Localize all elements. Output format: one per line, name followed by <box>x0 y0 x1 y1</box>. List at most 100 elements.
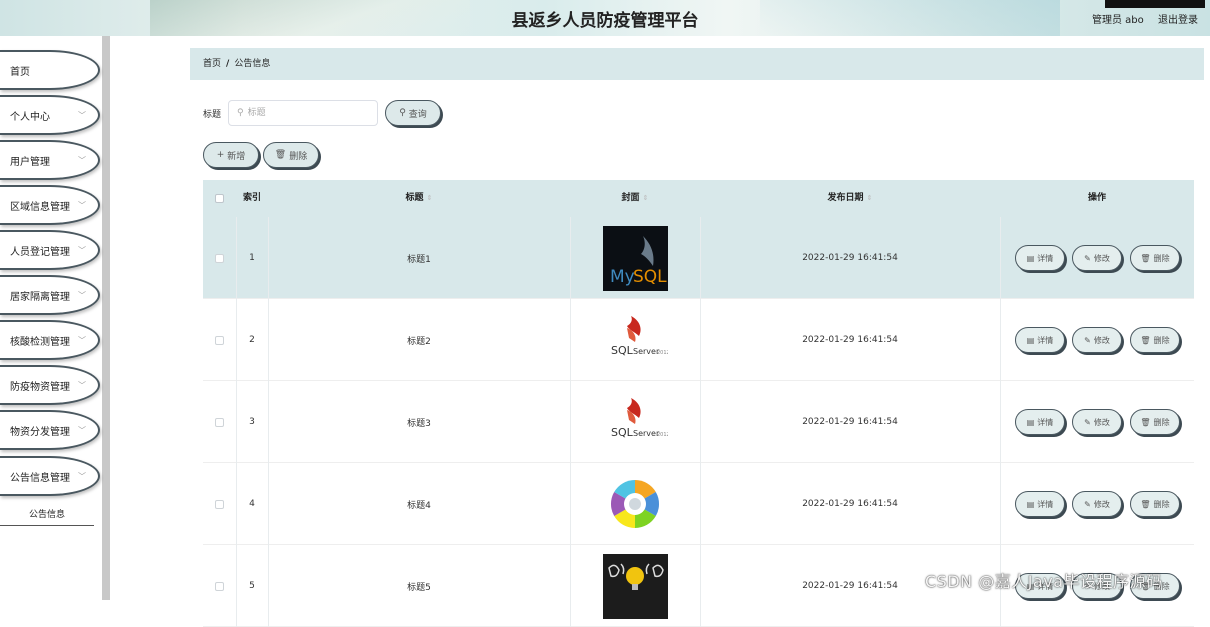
wheel-diagram-image <box>602 471 668 537</box>
column-header-label: 操作 <box>1087 193 1106 203</box>
notice-table: 索引 标题 ⇕ 封面 ⇕ 发布日期 ⇕ 操作 1 标题1 My SQL 2022-01… <box>203 180 1194 627</box>
batch-delete-label: 删除 <box>289 151 308 162</box>
sidebar-item-users[interactable]: 用户管理 ﹀ <box>0 140 100 180</box>
row-index: 2 <box>249 335 255 345</box>
column-header-date[interactable]: 发布日期 ⇕ <box>700 180 1000 217</box>
sidebar-item-label: 区域信息管理 <box>10 201 70 213</box>
edit-button-label: 修改 <box>1093 417 1110 427</box>
sidebar-item-notices[interactable]: 公告信息管理 ﹀ <box>0 456 100 496</box>
top-header: 县返乡人员防疫管理平台 管理员 abo 退出登录 <box>0 0 1210 36</box>
document-icon: ▤ <box>1026 253 1035 263</box>
detail-button[interactable]: ▤ 详情 <box>1015 409 1065 435</box>
row-title: 标题1 <box>407 254 431 265</box>
sidebar-item-label: 用户管理 <box>10 156 50 168</box>
row-title: 标题5 <box>407 582 431 593</box>
row-title: 标题4 <box>407 500 431 511</box>
sidebar-subitem-notice-info[interactable]: 公告信息 <box>0 506 94 526</box>
row-cover <box>570 463 700 545</box>
breadcrumb-home[interactable]: 首页 <box>203 59 221 69</box>
delete-button-label: 删除 <box>1153 417 1170 427</box>
sort-icon[interactable]: ⇕ <box>643 194 649 202</box>
query-button-label: 查询 <box>408 109 427 120</box>
search-input[interactable]: ⚲ 标题 <box>228 100 378 126</box>
edit-button[interactable]: ✎ 修改 <box>1072 409 1122 435</box>
document-icon: ▤ <box>1026 335 1035 345</box>
delete-button[interactable]: 🗑 删除 <box>1130 491 1180 517</box>
column-header-label: 索引 <box>242 193 261 203</box>
detail-button[interactable]: ▤ 详情 <box>1015 491 1065 517</box>
breadcrumb-current: 公告信息 <box>234 59 271 69</box>
trash-icon: 🗑 <box>1140 335 1151 345</box>
table-row[interactable]: 2 标题2 SQL Server 2012 2022-01-29 16:41:5… <box>203 299 1194 381</box>
sidebar-item-distribution[interactable]: 物资分发管理 ﹀ <box>0 410 100 450</box>
chevron-down-icon: ﹀ <box>78 381 86 390</box>
sidebar-item-label: 公告信息管理 <box>10 472 70 484</box>
delete-button[interactable]: 🗑 删除 <box>1130 245 1180 271</box>
row-index: 4 <box>249 499 255 509</box>
sidebar-item-label: 核酸检测管理 <box>10 336 70 348</box>
sidebar-item-label: 防疫物资管理 <box>10 381 70 393</box>
svg-text:2012: 2012 <box>657 432 668 438</box>
table-row[interactable]: 4 标题4 2022-01-29 16:41:54 ▤ 详情 ✎ 修改 🗑 删除 <box>203 463 1194 545</box>
svg-text:SQL: SQL <box>633 267 667 287</box>
edit-button[interactable]: ✎ 修改 <box>1072 327 1122 353</box>
row-date: 2022-01-29 16:41:54 <box>802 253 898 263</box>
search-placeholder: 标题 <box>247 108 266 118</box>
document-icon: ▤ <box>1026 417 1035 427</box>
select-all-checkbox[interactable] <box>215 194 224 203</box>
edit-button[interactable]: ✎ 修改 <box>1072 491 1122 517</box>
sidebar-item-regions[interactable]: 区域信息管理 ﹀ <box>0 185 100 225</box>
chevron-down-icon: ﹀ <box>78 156 86 165</box>
sidebar-item-registration[interactable]: 人员登记管理 ﹀ <box>0 230 100 270</box>
add-button[interactable]: + 新增 <box>203 142 259 168</box>
row-checkbox[interactable] <box>215 581 224 591</box>
delete-button[interactable]: 🗑 删除 <box>1130 409 1180 435</box>
row-index: 5 <box>249 581 255 591</box>
query-button[interactable]: ⚲ 查询 <box>385 100 441 126</box>
pencil-icon: ✎ <box>1084 417 1091 427</box>
sidebar-item-quarantine[interactable]: 居家隔离管理 ﹀ <box>0 275 100 315</box>
logout-link[interactable]: 退出登录 <box>1158 11 1198 26</box>
detail-button[interactable]: ▤ 详情 <box>1015 327 1065 353</box>
column-header-title[interactable]: 标题 ⇕ <box>268 180 570 217</box>
sort-icon[interactable]: ⇕ <box>867 194 873 202</box>
sidebar-item-home[interactable]: 首页 <box>0 50 100 90</box>
detail-button-label: 详情 <box>1037 417 1054 427</box>
sqlserver-logo-image: SQL Server 2012 <box>602 307 668 373</box>
table-header: 索引 标题 ⇕ 封面 ⇕ 发布日期 ⇕ 操作 <box>203 180 1194 217</box>
sidebar-item-nucleic-test[interactable]: 核酸检测管理 ﹀ <box>0 320 100 360</box>
sidebar-item-label: 人员登记管理 <box>10 246 70 258</box>
chevron-down-icon: ﹀ <box>78 426 86 435</box>
row-date: 2022-01-29 16:41:54 <box>802 335 898 345</box>
batch-delete-button[interactable]: 🗑 删除 <box>263 142 319 168</box>
document-icon: ▤ <box>1026 499 1035 509</box>
svg-text:2012: 2012 <box>657 350 668 356</box>
trash-icon: 🗑 <box>274 150 287 160</box>
row-index: 3 <box>249 417 255 427</box>
row-checkbox[interactable] <box>215 499 224 509</box>
delete-button[interactable]: 🗑 删除 <box>1130 327 1180 353</box>
sidebar-scrollbar[interactable] <box>102 36 110 600</box>
sort-icon[interactable]: ⇕ <box>427 194 433 202</box>
search-icon: ⚲ <box>237 108 244 118</box>
row-index: 1 <box>249 253 255 263</box>
svg-text:My: My <box>610 267 635 287</box>
row-checkbox[interactable] <box>215 417 224 427</box>
row-checkbox[interactable] <box>215 335 224 345</box>
table-row[interactable]: 3 标题3 SQL Server 2012 2022-01-29 16:41:5… <box>203 381 1194 463</box>
column-header-cover[interactable]: 封面 ⇕ <box>570 180 700 217</box>
detail-button[interactable]: ▤ 详情 <box>1015 245 1065 271</box>
sidebar-item-supplies[interactable]: 防疫物资管理 ﹀ <box>0 365 100 405</box>
row-checkbox[interactable] <box>215 253 224 263</box>
column-header-label: 封面 <box>621 193 640 203</box>
sidebar-item-label: 个人中心 <box>10 111 50 123</box>
sidebar-item-label: 首页 <box>10 66 30 78</box>
row-date: 2022-01-29 16:41:54 <box>802 417 898 427</box>
sidebar-item-profile[interactable]: 个人中心 ﹀ <box>0 95 100 135</box>
edit-button[interactable]: ✎ 修改 <box>1072 245 1122 271</box>
pencil-icon: ✎ <box>1084 253 1091 263</box>
csdn-watermark: CSDN @嘉人Java毕设程序源码 <box>925 572 1163 591</box>
column-header-label: 标题 <box>405 193 424 203</box>
table-row[interactable]: 1 标题1 My SQL 2022-01-29 16:41:54 ▤ 详情 ✎ 修改… <box>203 217 1194 299</box>
pencil-icon: ✎ <box>1084 335 1091 345</box>
